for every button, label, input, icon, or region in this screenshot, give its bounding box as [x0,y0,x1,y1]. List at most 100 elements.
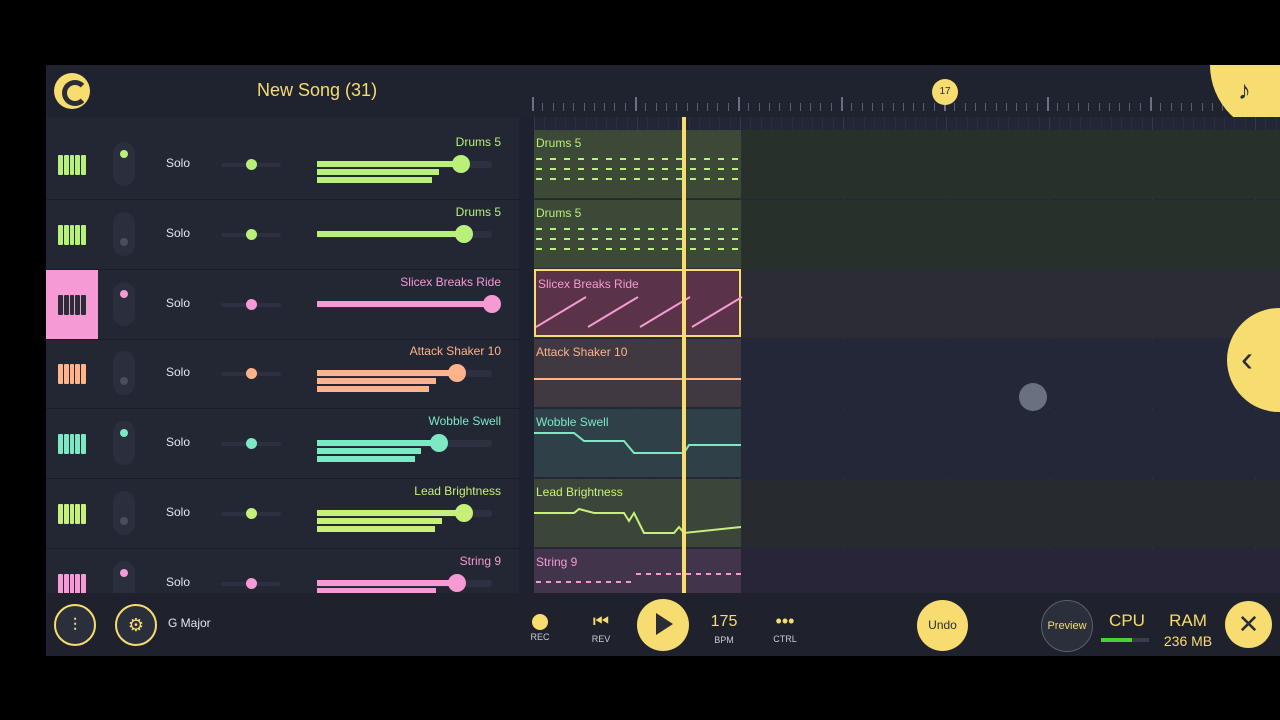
volume-fill [317,510,464,516]
clip-preview [536,228,738,250]
volume-knob[interactable] [448,574,466,592]
ruler-tick [820,103,822,111]
close-button[interactable]: ✕ [1225,601,1272,648]
scale-label[interactable]: G Major [168,616,211,630]
solo-button[interactable]: Solo [166,505,190,519]
channel-name[interactable]: Drums 5 [456,205,501,219]
pan-knob[interactable] [246,299,257,310]
drum-pad-icon [58,224,86,245]
channel-name[interactable]: Attack Shaker 10 [410,344,501,358]
channel-piano-icon-button[interactable] [46,270,98,339]
mixer-button[interactable]: ⫶ [54,604,96,646]
pan-knob[interactable] [246,508,257,519]
channel-row[interactable]: Solo Drums 5 [46,130,519,200]
channel-name[interactable]: Lead Brightness [414,484,501,498]
rewind-button[interactable]: ⏮ REV [581,611,621,644]
timeline-ruler[interactable] [532,93,1232,111]
mute-indicator [120,429,128,437]
volume-knob[interactable] [430,434,448,452]
pan-knob[interactable] [246,438,257,449]
playlist-area[interactable]: Drums 5 Drums 5 Slicex Breaks Ride Attac… [534,117,1280,618]
mute-toggle[interactable] [113,282,135,326]
level-meter [317,518,442,524]
solo-button[interactable]: Solo [166,226,190,240]
time-marker[interactable]: 17 [932,79,958,105]
piano-settings-button[interactable]: ⚙ [115,604,157,646]
pattern-clip[interactable]: Attack Shaker 10 [534,339,741,407]
ruler-tick [1077,103,1079,111]
channel-row[interactable]: Solo Lead Brightness [46,479,519,549]
solo-button[interactable]: Solo [166,156,190,170]
mute-indicator [120,150,128,158]
channel-name[interactable]: Wobble Swell [429,414,501,428]
ruler-tick [665,103,667,111]
solo-button[interactable]: Solo [166,365,190,379]
mute-toggle[interactable] [113,421,135,465]
ruler-tick [635,97,637,111]
clip-preview [536,158,738,180]
channel-piano-icon-button[interactable] [46,409,98,478]
tempo-display[interactable]: 175 BPM [704,613,744,645]
volume-knob[interactable] [448,364,466,382]
channel-row[interactable]: Solo Slicex Breaks Ride [46,270,519,340]
pattern-clip[interactable]: Slicex Breaks Ride [534,269,743,337]
volume-knob[interactable] [455,225,473,243]
pan-knob[interactable] [246,229,257,240]
piano-icon [58,363,86,384]
channel-name[interactable]: Slicex Breaks Ride [400,275,501,289]
pattern-clip[interactable]: Drums 5 [534,130,741,198]
bpm-value: 175 [710,613,738,630]
controls-button[interactable]: ••• CTRL [765,611,805,644]
pan-knob[interactable] [246,368,257,379]
clip-preview [534,507,741,535]
solo-button[interactable]: Solo [166,296,190,310]
piano-icon [58,433,86,454]
channel-piano-icon-button[interactable] [46,339,98,408]
channel-row[interactable]: Solo Attack Shaker 10 [46,339,519,409]
pan-knob[interactable] [246,159,257,170]
mute-toggle[interactable] [113,351,135,395]
menu-logo-button[interactable] [54,73,90,109]
ruler-tick [892,103,894,111]
mute-indicator [120,290,128,298]
pan-knob[interactable] [246,578,257,589]
record-button[interactable]: REC [520,611,560,642]
song-title[interactable]: New Song (31) [257,80,377,101]
mute-toggle[interactable] [113,142,135,186]
pattern-clip[interactable]: Drums 5 [534,200,741,268]
volume-knob[interactable] [452,155,470,173]
ruler-tick [1201,103,1203,111]
undo-button[interactable]: Undo [917,600,968,651]
mute-toggle[interactable] [113,491,135,535]
ruler-tick [1119,103,1121,111]
pattern-clip[interactable]: Wobble Swell [534,409,741,477]
channel-row[interactable]: Solo Wobble Swell [46,409,519,479]
ruler-tick [676,103,678,111]
channel-piano-icon-button[interactable] [46,479,98,548]
play-button[interactable] [637,599,689,651]
preview-button[interactable]: Preview [1041,600,1093,652]
volume-knob[interactable] [455,504,473,522]
ruler-tick [655,103,657,111]
pattern-clip[interactable]: Lead Brightness [534,479,741,547]
ruler-tick [913,103,915,111]
ruler-tick [748,103,750,111]
ruler-tick [696,103,698,111]
solo-button[interactable]: Solo [166,435,190,449]
volume-fill [317,370,457,376]
channel-drum-pad-icon-button[interactable] [46,130,98,199]
ruler-tick [1016,103,1018,111]
channel-drum-pad-icon-button[interactable] [46,200,98,269]
ruler-tick [738,97,740,111]
channel-row[interactable]: Solo Drums 5 [46,200,519,270]
scroll-handle[interactable] [1019,383,1047,411]
volume-knob[interactable] [483,295,501,313]
mute-toggle[interactable] [113,212,135,256]
channel-name[interactable]: String 9 [460,554,501,568]
channel-name[interactable]: Drums 5 [456,135,501,149]
ruler-tick [933,103,935,111]
close-icon: ✕ [1237,609,1260,639]
playhead[interactable] [682,117,686,593]
ruler-tick [1005,103,1007,111]
solo-button[interactable]: Solo [166,575,190,589]
